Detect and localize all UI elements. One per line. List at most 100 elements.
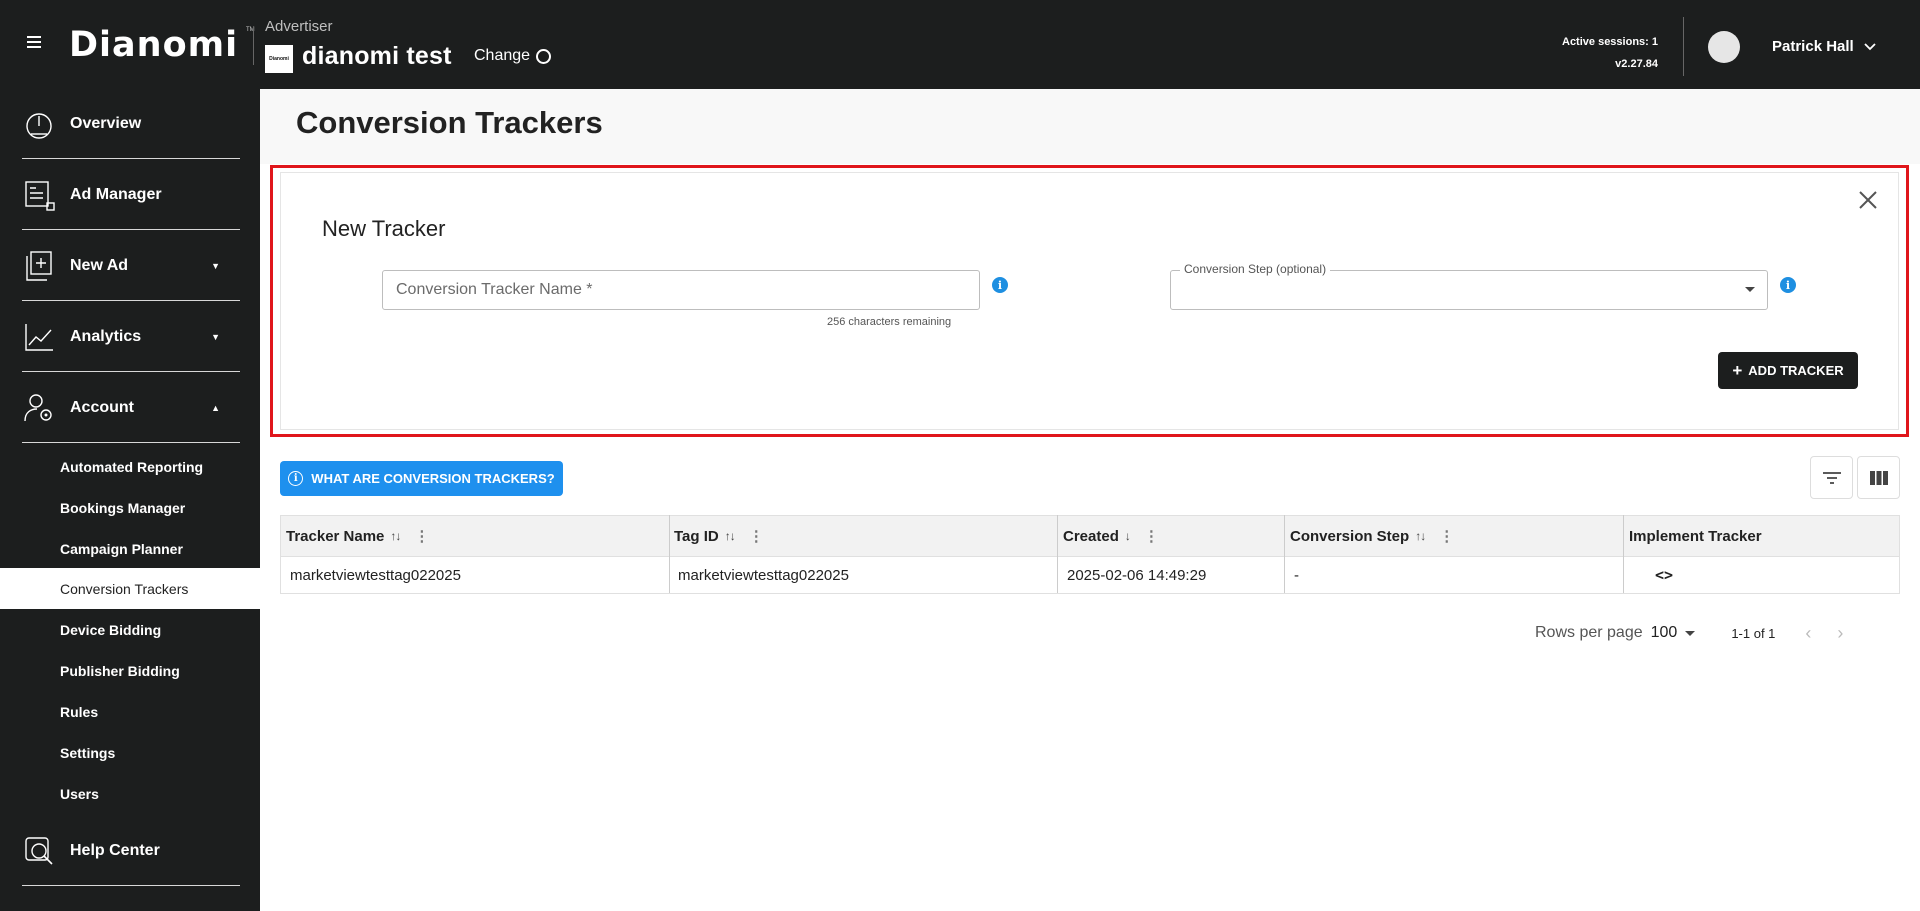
column-title: Tracker Name [286,527,385,545]
page-title: Conversion Trackers [296,105,603,140]
main-content: Conversion Trackers [260,89,1920,911]
column-title: Conversion Step [1290,527,1410,545]
session-info: Active sessions: 1 v2.27.84 [1562,31,1658,75]
cell-conversion-step: - [1294,566,1299,584]
caret-down-icon: ▼ [211,260,220,271]
ad-manager-icon [22,178,56,212]
sidebar-subitem-bookings-manager[interactable]: Bookings Manager [0,487,260,528]
code-icon[interactable]: <> [1655,566,1673,584]
user-name: Patrick Hall [1772,38,1854,55]
plus-icon: + [1732,360,1743,380]
sidebar-item-label: Ad Manager [70,185,162,203]
chevron-down-icon [1864,42,1876,50]
sidebar-item-label: Analytics [70,327,142,345]
avatar[interactable] [1708,31,1740,63]
caret-up-icon: ▲ [211,402,220,413]
sidebar-item-new-ad[interactable]: New Ad ▼ [22,231,240,301]
table-header: Tracker Name ↑↓ ⋮ Tag ID ↑↓ ⋮ Created ↓ … [280,515,1900,557]
columns-icon [1869,470,1888,485]
sidebar-item-label: Overview [70,114,142,132]
column-menu-icon[interactable]: ⋮ [1144,527,1159,545]
gauge-icon [22,107,56,141]
column-header-tracker-name[interactable]: Tracker Name ↑↓ ⋮ [281,516,429,556]
info-icon: i [288,471,304,486]
sort-icon[interactable]: ↑↓ [1415,529,1426,543]
new-tracker-title: New Tracker [322,216,446,241]
sidebar-item-label: Help Center [70,841,160,859]
hamburger-menu-icon[interactable] [27,36,41,48]
dianomi-logo[interactable]: Dianomi [69,25,238,65]
info-icon[interactable]: i [1780,277,1796,293]
sidebar-subitem-publisher-bidding[interactable]: Publisher Bidding [0,650,260,691]
sort-icon[interactable]: ↑↓ [725,529,736,543]
filter-icon [1822,471,1841,484]
column-menu-icon[interactable]: ⋮ [749,527,764,545]
tracker-name-input[interactable] [382,270,980,310]
cell-tag-id: marketviewtesttag022025 [678,566,849,584]
help-icon [22,834,56,868]
what-button-label: WHAT ARE CONVERSION TRACKERS? [311,471,555,486]
table-row[interactable]: marketviewtesttag022025 marketviewtestta… [280,557,1900,594]
new-ad-icon [22,249,56,283]
circle-icon [536,48,552,64]
sidebar-subitem-rules[interactable]: Rules [0,691,260,732]
sidebar-item-label: New Ad [70,256,129,274]
info-icon[interactable]: i [992,277,1008,293]
sidebar-subitem-automated-reporting[interactable]: Automated Reporting [0,446,260,487]
sidebar-subitem-settings[interactable]: Settings [0,732,260,773]
caret-down-icon[interactable] [1685,630,1696,636]
columns-button[interactable] [1857,456,1900,499]
change-label: Change [474,47,531,64]
change-advertiser-button[interactable]: Change [474,47,552,65]
next-page-icon[interactable]: › [1837,623,1843,644]
header-divider-right [1683,17,1684,76]
sidebar-item-account[interactable]: Account ▲ [22,373,240,443]
column-header-implement-tracker: Implement Tracker [1624,516,1762,556]
close-icon[interactable] [1857,189,1879,211]
title-band: Conversion Trackers [260,89,1920,164]
column-menu-icon[interactable]: ⋮ [414,527,429,545]
advertiser-name: dianomi test [302,42,452,70]
cell-created: 2025-02-06 14:49:29 [1067,566,1207,584]
what-are-conversion-trackers-button[interactable]: i WHAT ARE CONVERSION TRACKERS? [280,461,563,496]
cell-tracker-name: marketviewtesttag022025 [290,566,461,584]
column-title: Tag ID [674,527,719,545]
previous-page-icon[interactable]: ‹ [1805,623,1811,644]
sidebar-item-overview[interactable]: Overview [22,89,240,159]
column-header-tag-id[interactable]: Tag ID ↑↓ ⋮ [669,516,764,556]
add-tracker-button[interactable]: + ADD TRACKER [1718,352,1858,389]
advertiser-label: Advertiser [265,18,333,35]
top-bar: Dianomi TM Advertiser Dianomi dianomi te… [0,0,1920,89]
user-menu[interactable]: Patrick Hall [1772,38,1876,55]
sidebar-subitem-users[interactable]: Users [0,773,260,814]
filter-button[interactable] [1810,456,1853,499]
sidebar-item-ad-manager[interactable]: Ad Manager [22,160,240,230]
analytics-icon [22,320,56,354]
column-header-conversion-step[interactable]: Conversion Step ↑↓ ⋮ [1285,516,1454,556]
rows-per-page-select[interactable]: 100 [1651,624,1678,642]
sort-desc-icon[interactable]: ↓ [1125,529,1131,543]
characters-remaining: 256 characters remaining [827,316,952,328]
conversion-step-label: Conversion Step (optional) [1180,262,1331,276]
sidebar-item-label: Account [70,398,134,416]
sort-icon[interactable]: ↑↓ [390,529,401,543]
conversion-step-select[interactable] [1170,270,1768,310]
pagination: Rows per page 100 1-1 of 1 ‹ › [1535,623,1843,643]
sidebar-subitem-device-bidding[interactable]: Device Bidding [0,609,260,650]
column-title: Implement Tracker [1629,527,1762,545]
header-divider [253,27,254,65]
active-sessions: Active sessions: 1 [1562,36,1658,48]
add-tracker-label: ADD TRACKER [1748,363,1844,378]
caret-down-icon [1745,287,1755,292]
sidebar-subitem-conversion-trackers[interactable]: Conversion Trackers [0,568,260,609]
app-version: v2.27.84 [1615,58,1658,70]
sidebar-item-analytics[interactable]: Analytics ▼ [22,302,240,372]
advertiser-logo: Dianomi [265,45,293,73]
page-range: 1-1 of 1 [1731,625,1776,641]
column-menu-icon[interactable]: ⋮ [1439,527,1454,545]
cell-implement-tracker: <> [1646,557,1673,593]
sidebar-item-help-center[interactable]: Help Center [22,816,240,886]
column-header-created[interactable]: Created ↓ ⋮ [1058,516,1159,556]
sidebar-subitem-campaign-planner[interactable]: Campaign Planner [0,528,260,569]
rows-per-page-label: Rows per page [1535,624,1643,641]
